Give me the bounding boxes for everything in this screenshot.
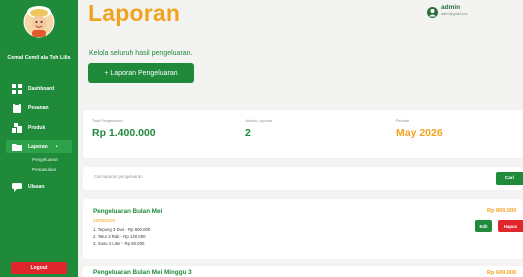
- sidebar-subitem-pemasukan[interactable]: Pemasukan: [32, 167, 56, 172]
- stat-label: Total Pengeluaran: [92, 119, 123, 123]
- search-input[interactable]: Cari laporan pengeluaran: [94, 174, 143, 179]
- stat-label: Periode: [396, 119, 410, 123]
- report-title: Pengeluaran Bulan Mei: [93, 208, 163, 215]
- add-report-button[interactable]: + Laporan Pengeluaran: [88, 63, 194, 83]
- report-amount: Rp 800.000: [487, 208, 517, 214]
- sidebar-item-label: Ulasan: [28, 184, 45, 190]
- user-name: admin: [441, 4, 461, 11]
- user-avatar-icon: [427, 7, 438, 18]
- grid-icon: [12, 84, 22, 94]
- report-amount: Rp 600.000: [487, 270, 517, 276]
- brand-logo: [23, 6, 55, 38]
- report-title: Pengeluaran Bulan Mei Minggu 3: [93, 269, 192, 276]
- brand-name: Cemal Cemil ala Teh Lilis: [7, 55, 71, 61]
- sidebar-item-laporan[interactable]: Laporan •: [6, 140, 72, 153]
- active-marker: •: [55, 143, 58, 150]
- sidebar-item-produk[interactable]: Produk: [12, 123, 45, 133]
- stat-label: Jumlah Laporan: [245, 119, 273, 123]
- report-line: 1. Tepung 3 Dus - Rp 600.000: [93, 227, 151, 232]
- logout-button[interactable]: Logout: [11, 262, 67, 274]
- stat-periode: Periode May 2026: [396, 119, 443, 139]
- sidebar-item-dashboard[interactable]: Dashboard: [12, 84, 54, 94]
- stat-value: May 2026: [396, 127, 443, 139]
- products-icon: [12, 123, 22, 133]
- edit-button[interactable]: Edit: [475, 220, 492, 232]
- sidebar: Cemal Cemil ala Teh Lilis Dashboard Pesa…: [0, 0, 78, 277]
- sidebar-item-pesanan[interactable]: Pesanan: [12, 103, 49, 113]
- folder-icon: [12, 143, 22, 151]
- user-email: admin@gmail.com: [441, 12, 468, 16]
- clipboard-icon: [13, 103, 21, 113]
- sidebar-item-label: Laporan: [28, 143, 48, 150]
- sidebar-item-label: Pesanan: [28, 105, 49, 111]
- sidebar-item-label: Dashboard: [28, 86, 55, 92]
- sidebar-item-ulasan[interactable]: Ulasan: [12, 182, 44, 192]
- user-profile[interactable]: admin admin@gmail.com: [427, 4, 467, 18]
- report-line: 2. Telur 3 Rak - Rp 120.000: [93, 234, 146, 239]
- report-date: 28/05/2026: [93, 218, 115, 223]
- delete-button[interactable]: Hapus: [498, 220, 523, 232]
- page-title: Laporan: [88, 0, 181, 26]
- app-root: Cemal Cemil ala Teh Lilis Dashboard Pesa…: [0, 0, 523, 277]
- search-button[interactable]: Cari: [496, 172, 523, 185]
- page-subtitle: Kelola seluruh hasil pengeluaran.: [89, 50, 193, 57]
- search-bar: Cari laporan pengeluaran: [83, 167, 523, 190]
- stat-jumlah-laporan: Jumlah Laporan 2: [245, 119, 272, 139]
- report-line: 3. Susu 4 Liter - Rp 80.000: [93, 241, 145, 246]
- stats-panel: Total Pengeluaran Rp 1.400.000 Jumlah La…: [83, 110, 523, 158]
- stat-value: 2: [245, 127, 251, 139]
- sidebar-item-label: Produk: [28, 125, 46, 131]
- stat-total-pengeluaran: Total Pengeluaran Rp 1.400.000: [92, 119, 156, 139]
- sidebar-subitem-pengeluaran[interactable]: Pengeluaran: [32, 157, 58, 162]
- stat-value: Rp 1.400.000: [92, 127, 156, 139]
- chat-icon: [12, 183, 22, 192]
